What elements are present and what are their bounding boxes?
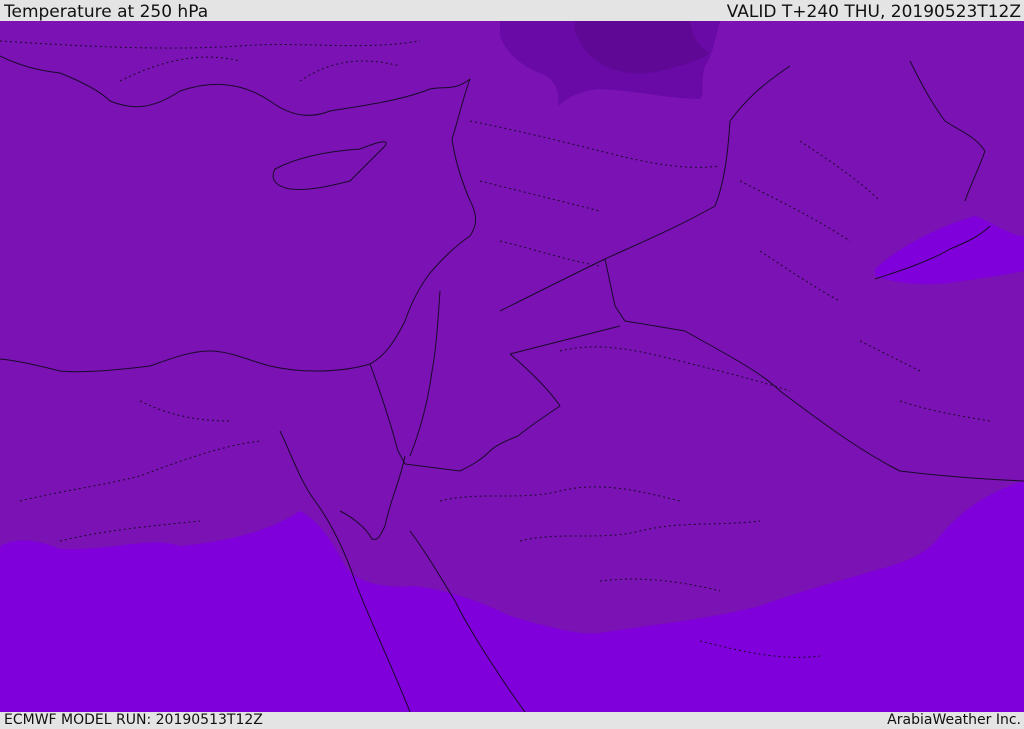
valid-time: VALID T+240 THU, 20190523T12Z [726,2,1021,22]
top-bar: Temperature at 250 hPa VALID T+240 THU, … [0,0,1024,21]
weather-map[interactable] [0,21,1024,712]
credit: ArabiaWeather Inc. [887,712,1021,728]
map-title: Temperature at 250 hPa [4,2,209,22]
model-run: ECMWF MODEL RUN: 20190513T12Z [4,712,263,728]
bottom-bar: ECMWF MODEL RUN: 20190513T12Z ArabiaWeat… [0,712,1024,729]
